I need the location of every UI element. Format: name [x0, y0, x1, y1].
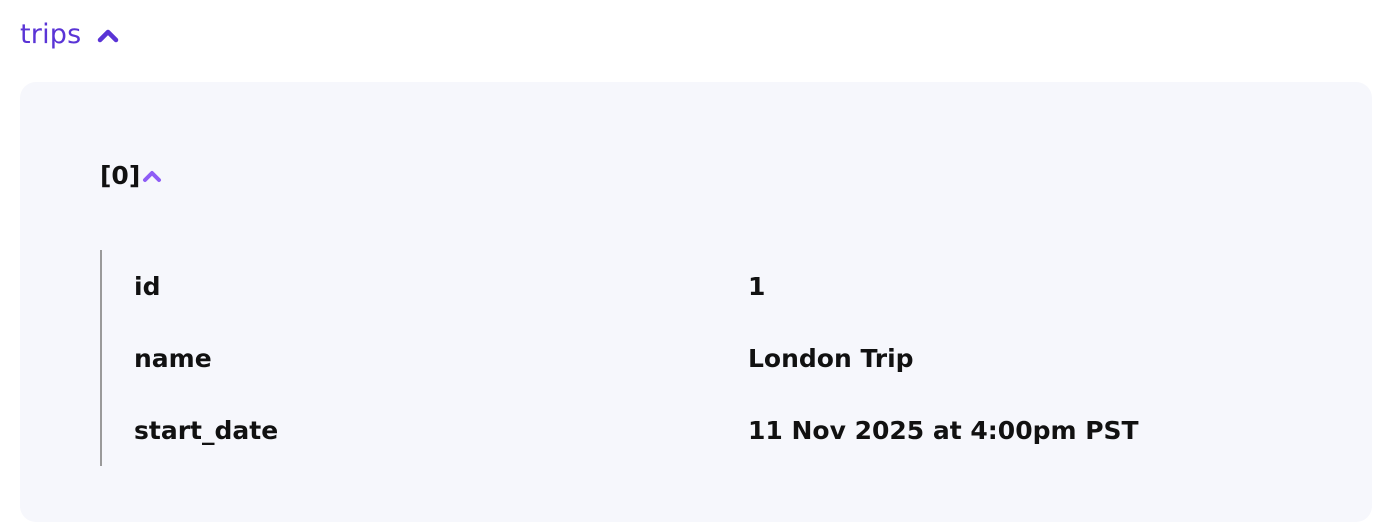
trips-panel: [0] id 1 name London Trip start_date 11 …	[20, 82, 1372, 522]
field-key: start_date	[134, 415, 279, 445]
section-title: trips	[20, 18, 82, 50]
chevron-up-icon[interactable]	[97, 27, 119, 43]
item-index-label: [0]	[100, 160, 141, 190]
item-toggle[interactable]: [0]	[100, 158, 163, 192]
trips-section-toggle[interactable]: trips	[20, 14, 119, 54]
field-row-name: name London Trip	[102, 338, 1302, 378]
field-key: name	[134, 343, 212, 373]
field-row-id: id 1	[102, 266, 1302, 306]
field-value: London Trip	[748, 343, 914, 373]
chevron-up-icon[interactable]	[141, 168, 163, 182]
field-value: 11 Nov 2025 at 4:00pm PST	[748, 415, 1139, 445]
field-key: id	[134, 271, 161, 301]
field-row-start-date: start_date 11 Nov 2025 at 4:00pm PST	[102, 410, 1302, 450]
item-fields: id 1 name London Trip start_date 11 Nov …	[100, 250, 1302, 466]
field-value: 1	[748, 271, 766, 301]
